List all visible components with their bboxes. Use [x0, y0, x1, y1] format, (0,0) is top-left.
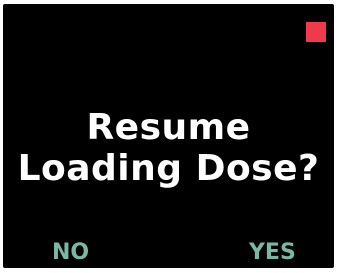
- prompt-line-1: Resume: [86, 107, 251, 148]
- prompt-line-2: Loading Dose?: [17, 148, 320, 189]
- yes-button[interactable]: YES: [249, 240, 296, 266]
- device-screen: Resume Loading Dose? NO YES: [3, 4, 334, 268]
- device-frame: Resume Loading Dose? NO YES: [0, 0, 338, 273]
- dialog-prompt: Resume Loading Dose?: [3, 107, 334, 189]
- status-indicator: [306, 22, 326, 42]
- no-button[interactable]: NO: [52, 240, 89, 266]
